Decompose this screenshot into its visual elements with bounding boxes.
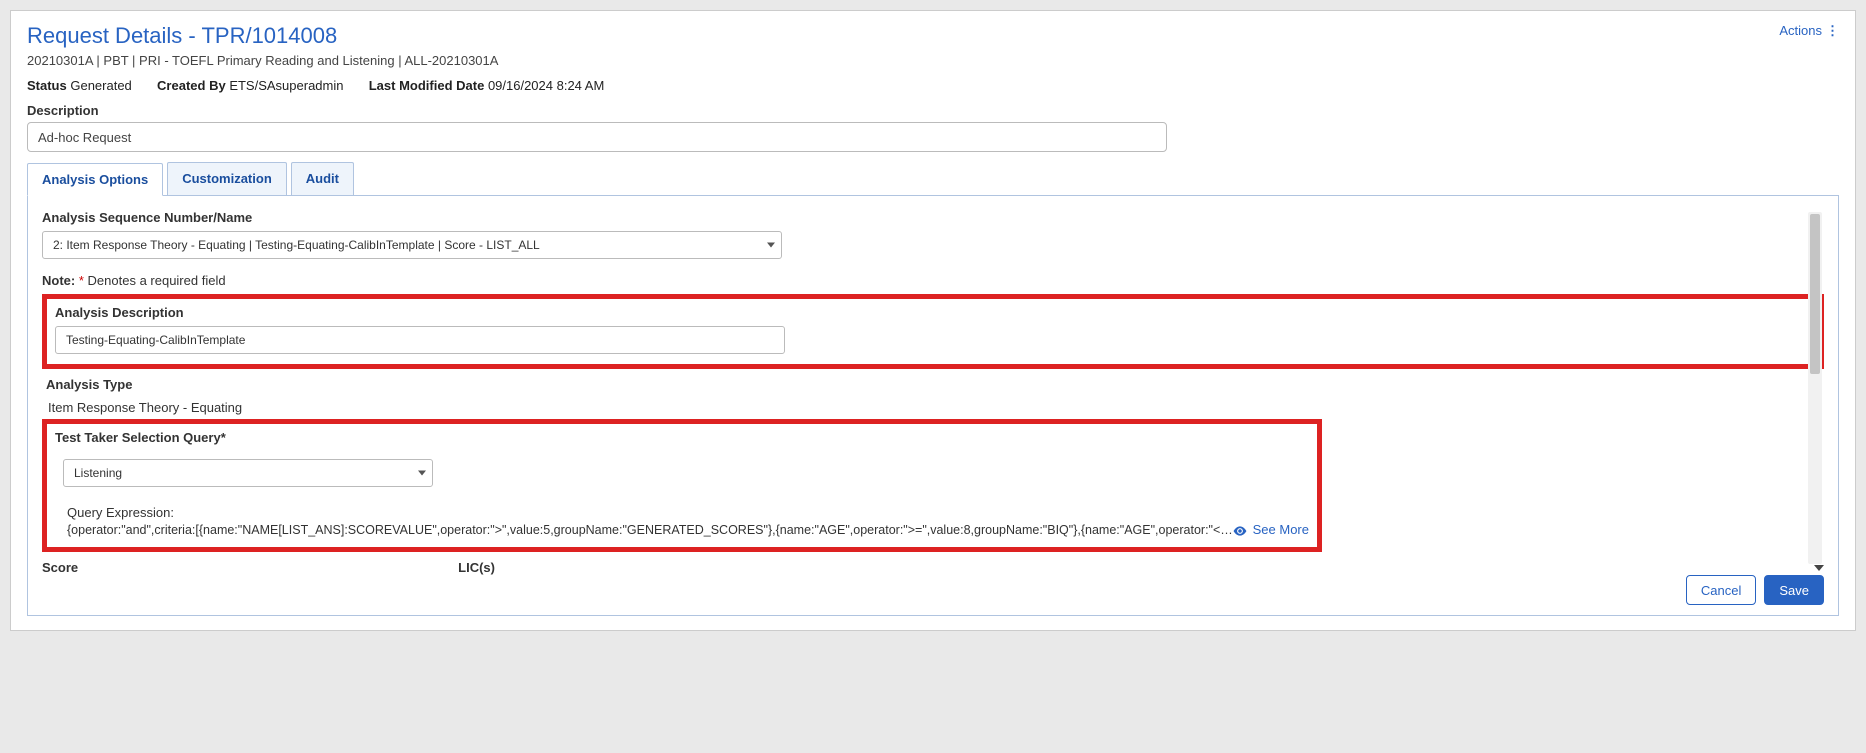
note-line: Note: * Denotes a required field <box>42 273 1824 288</box>
query-expression-label: Query Expression: <box>55 505 1309 520</box>
save-button[interactable]: Save <box>1764 575 1824 605</box>
tab-panel-analysis: Analysis Sequence Number/Name 2: Item Re… <box>27 196 1839 616</box>
ttq-select[interactable]: Listening <box>63 459 433 487</box>
sequence-select[interactable]: 2: Item Response Theory - Equating | Tes… <box>42 231 782 259</box>
actions-label: Actions <box>1779 23 1822 38</box>
analysis-description-highlight: Analysis Description <box>42 294 1824 369</box>
query-expression-text: {operator:"and",criteria:[{name:"NAME[LI… <box>55 523 1233 537</box>
page-subtitle: 20210301A | PBT | PRI - TOEFL Primary Re… <box>27 53 604 68</box>
scrollbar-track[interactable] <box>1808 212 1822 564</box>
required-asterisk: * <box>221 430 226 445</box>
ttq-label: Test Taker Selection Query* <box>55 430 1309 445</box>
sequence-select-value: 2: Item Response Theory - Equating | Tes… <box>53 238 540 252</box>
lic-label: LIC(s) <box>458 560 495 575</box>
sequence-label: Analysis Sequence Number/Name <box>42 210 1824 225</box>
chevron-down-icon <box>767 243 775 248</box>
analysis-type-label: Analysis Type <box>42 377 1824 392</box>
tab-customization[interactable]: Customization <box>167 162 287 195</box>
tab-bar: Analysis Options Customization Audit <box>27 162 1839 196</box>
tab-audit[interactable]: Audit <box>291 162 354 195</box>
status-line: Status Generated Created By ETS/SAsupera… <box>27 78 604 93</box>
eye-icon <box>1233 526 1247 536</box>
description-input[interactable] <box>27 122 1167 152</box>
actions-menu[interactable]: Actions ⋮ <box>1779 23 1839 39</box>
description-label: Description <box>27 103 1839 118</box>
test-taker-query-highlight: Test Taker Selection Query* Listening Qu… <box>42 419 1322 552</box>
note-prefix: Note: <box>42 273 75 288</box>
chevron-down-icon <box>418 471 426 476</box>
note-text: Denotes a required field <box>88 273 226 288</box>
header-left: Request Details - TPR/1014008 20210301A … <box>27 23 604 103</box>
see-more-link[interactable]: See More <box>1233 522 1309 537</box>
last-modified-value: 09/16/2024 8:24 AM <box>488 78 604 93</box>
created-by-value: ETS/SAsuperadmin <box>229 78 343 93</box>
last-modified-label: Last Modified Date <box>369 78 485 93</box>
header-row: Request Details - TPR/1014008 20210301A … <box>27 23 1839 103</box>
analysis-description-label: Analysis Description <box>55 305 1811 320</box>
analysis-type-value: Item Response Theory - Equating <box>42 398 1824 419</box>
scrollbar-thumb[interactable] <box>1810 214 1820 374</box>
tab-analysis-options[interactable]: Analysis Options <box>27 163 163 196</box>
cancel-button[interactable]: Cancel <box>1686 575 1756 605</box>
ttq-select-value: Listening <box>74 466 122 480</box>
created-by-label: Created By <box>157 78 226 93</box>
page-title: Request Details - TPR/1014008 <box>27 23 604 49</box>
collapse-toggle-icon[interactable] <box>1814 565 1824 571</box>
score-label: Score <box>42 560 78 575</box>
required-asterisk: * <box>79 273 84 288</box>
status-value: Generated <box>70 78 131 93</box>
kebab-icon: ⋮ <box>1826 23 1839 38</box>
status-label: Status <box>27 78 67 93</box>
footer-buttons: Cancel Save <box>1686 575 1824 605</box>
scroll-wrap: Analysis Sequence Number/Name 2: Item Re… <box>42 210 1824 575</box>
analysis-description-input[interactable] <box>55 326 785 354</box>
query-expression-line: {operator:"and",criteria:[{name:"NAME[LI… <box>55 522 1309 537</box>
score-lic-row: Score LIC(s) <box>42 560 1824 575</box>
request-details-page: Request Details - TPR/1014008 20210301A … <box>10 10 1856 631</box>
